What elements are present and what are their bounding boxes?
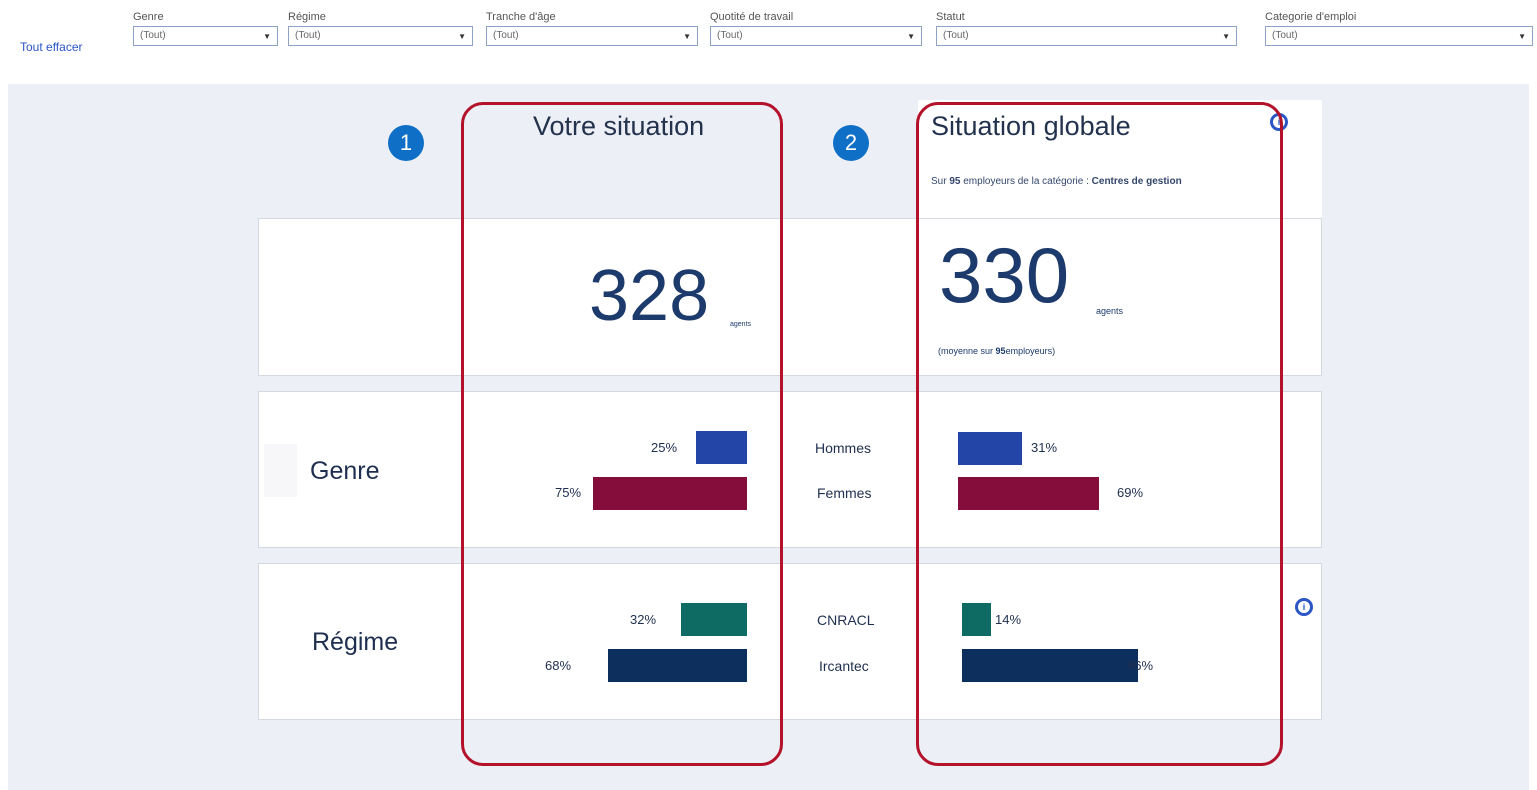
genre-title: Genre [310,457,380,485]
filter-label: Tranche d'âge [486,11,556,23]
select-value: (Tout) [717,30,743,41]
select-value: (Tout) [140,30,166,41]
info-icon[interactable]: i [1295,598,1313,616]
select-value: (Tout) [943,30,969,41]
select-value: (Tout) [295,30,321,41]
filter-tranche-age: Tranche d'âge (Tout) ▼ [486,8,698,46]
filter-genre: Genre (Tout) ▼ [133,8,278,46]
quotite-select[interactable]: (Tout) ▼ [710,26,922,46]
chevron-down-icon: ▼ [683,32,691,41]
categorie-emploi-select[interactable]: (Tout) ▼ [1265,26,1533,46]
select-value: (Tout) [493,30,519,41]
filter-label: Régime [288,11,326,23]
filter-bar: Tout effacer Genre (Tout) ▼ Régime (Tout… [0,0,1537,84]
chevron-down-icon: ▼ [458,32,466,41]
filter-regime: Régime (Tout) ▼ [288,8,473,46]
regime-ircantec-label: Ircantec [819,658,869,674]
regime-cnracl-label: CNRACL [817,612,875,628]
genre-femmes-label: Femmes [817,485,872,501]
select-value: (Tout) [1272,30,1298,41]
tranche-age-select[interactable]: (Tout) ▼ [486,26,698,46]
callout-box-yours [461,102,783,766]
statut-select[interactable]: (Tout) ▼ [936,26,1237,46]
filter-categorie-emploi: Categorie d'emploi (Tout) ▼ [1265,8,1533,46]
chevron-down-icon: ▼ [1222,32,1230,41]
chevron-down-icon: ▼ [907,32,915,41]
regime-title: Régime [312,628,399,656]
filter-label: Genre [133,11,164,23]
filter-statut: Statut (Tout) ▼ [936,8,1237,46]
badge-yours: 1 [388,125,424,161]
filter-label: Statut [936,11,965,23]
filter-quotite: Quotité de travail (Tout) ▼ [710,8,922,46]
badge-global: 2 [833,125,869,161]
clear-all-link[interactable]: Tout effacer [20,40,82,54]
filter-label: Categorie d'emploi [1265,11,1357,23]
filter-label: Quotité de travail [710,11,794,23]
chevron-down-icon: ▼ [263,32,271,41]
genre-hommes-label: Hommes [815,440,872,456]
chevron-down-icon: ▼ [1518,32,1526,41]
genre-select[interactable]: (Tout) ▼ [133,26,278,46]
genre-swatch [264,444,297,497]
callout-box-global [916,102,1283,766]
regime-select[interactable]: (Tout) ▼ [288,26,473,46]
